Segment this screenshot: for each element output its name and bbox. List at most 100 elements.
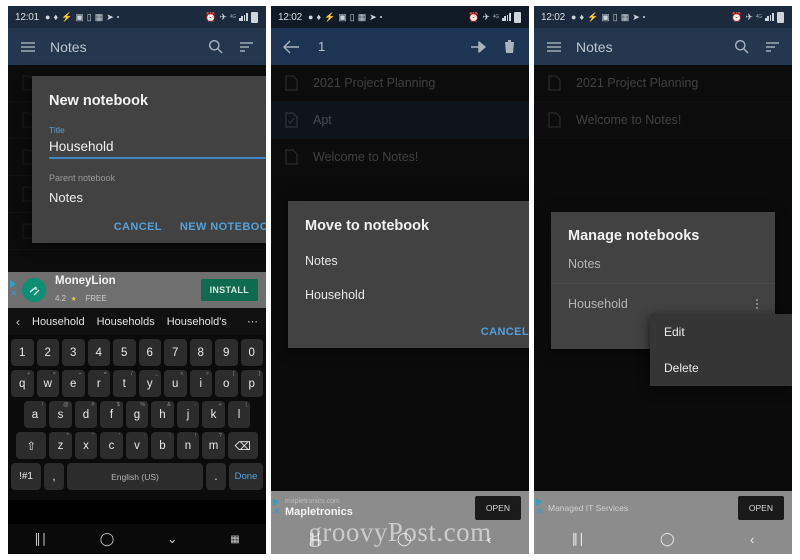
done-key[interactable]: Done [229,463,263,490]
key-s[interactable]: @ s [49,401,72,428]
trash-icon[interactable] [500,38,518,56]
cancel-button[interactable]: CANCEL [114,221,162,233]
new-notebook-button[interactable]: NEW NOTEBOOK [180,221,266,233]
key-q[interactable]: + q [11,370,34,397]
suggestion-more-icon[interactable]: ⋯ [247,315,258,328]
menu-item-delete[interactable]: Delete [650,350,792,386]
notebook-row[interactable]: Household [551,284,775,311]
ad-banner[interactable]: ✕ MoneyLion 4.2 ★ FREE INSTALL [8,272,266,308]
suggestion-1[interactable]: Households [97,316,155,328]
notebook-option[interactable]: Notes [305,254,529,268]
key-8[interactable]: 8 [189,339,212,366]
key-k[interactable]: + k [202,401,225,428]
home-icon[interactable]: ◯ [100,531,115,547]
ad-choices-icon[interactable]: ✕ [273,498,281,516]
search-icon[interactable] [732,38,750,56]
key-superscript: " [92,433,95,439]
search-icon[interactable] [206,38,224,56]
move-arrow-icon[interactable] [469,38,487,56]
open-button[interactable]: OPEN [474,495,521,520]
home-icon[interactable]: ◯ [397,531,412,547]
key-r[interactable]: = r [87,370,110,397]
backspace-key[interactable]: ⌫ [227,432,258,459]
key-p[interactable]: ] p [240,370,263,397]
comma-key[interactable]: , [44,463,64,490]
key-v[interactable]: :v [125,432,149,459]
open-button[interactable]: OPEN [737,495,784,520]
recents-icon[interactable]: ∥∣ [34,531,47,547]
key-1[interactable]: 1 [11,339,34,366]
notebook-option[interactable]: Household [305,288,529,302]
key-9[interactable]: 9 [215,339,238,366]
title-input[interactable]: Household [49,139,266,157]
home-icon[interactable]: ◯ [660,531,675,547]
recents-icon[interactable]: ∥∣ [572,531,585,547]
key-c[interactable]: ' c [100,432,123,459]
ad-close-icon[interactable]: ✕ [536,507,544,516]
suggestion-0[interactable]: Household [32,316,85,328]
key-e[interactable]: ÷ e [62,370,85,397]
back-icon[interactable]: ‹ [487,532,491,547]
hamburger-icon[interactable] [19,38,37,56]
key-w[interactable]: × w [36,370,59,397]
key-superscript: - [194,402,197,408]
recents-icon[interactable]: ∥∣ [309,531,322,547]
key-u[interactable]: < u [164,370,187,397]
back-icon[interactable]: ‹ [750,532,754,547]
key-b[interactable]: ; b [151,432,174,459]
cancel-button[interactable]: CANCEL [481,326,529,338]
key-5[interactable]: 5 [113,339,136,366]
key-x[interactable]: " x [74,432,98,459]
key-g[interactable]: % g [125,401,149,428]
install-button[interactable]: INSTALL [200,279,258,301]
symbols-key[interactable]: !#1 [11,463,41,490]
key-h[interactable]: & h [151,401,174,428]
back-arrow-icon[interactable] [282,38,300,56]
key-0[interactable]: 0 [240,339,263,366]
ad-banner[interactable]: ✕ mapletronics.com Mapletronics OPEN [271,491,529,524]
key-l[interactable]: (l [227,401,251,428]
key-label: h [159,408,166,421]
key-n[interactable]: ! n [176,432,200,459]
shift-key[interactable]: ⇧ [16,432,47,459]
suggestion-2[interactable]: Household's [167,316,227,328]
key-2[interactable]: 2 [36,339,59,366]
space-key[interactable]: English (US) [67,463,203,490]
menu-item-edit[interactable]: Edit [650,314,792,350]
key-d[interactable]: # d [74,401,98,428]
ad-choices-icon[interactable]: ✕ [536,498,544,516]
key-m[interactable]: ? m [202,432,225,459]
suggestion-back-icon[interactable]: ‹ [16,315,20,329]
key-superscript: % [140,402,146,408]
ad-rating: 4.2 [55,293,67,303]
key-7[interactable]: 7 [164,339,187,366]
keyboard-suggestion-bar: ‹ Household Households Household's ⋯ [8,308,266,335]
key-6[interactable]: 6 [138,339,161,366]
key-f[interactable]: $ f [100,401,123,428]
key-label: 6 [146,346,153,359]
hamburger-icon[interactable] [545,38,563,56]
ad-choices-icon[interactable]: ✕ [10,280,18,298]
keyboard-hide-icon[interactable]: ▦ [230,534,239,545]
sort-icon[interactable] [237,38,255,56]
key-z[interactable]: * z [49,432,72,459]
ad-banner[interactable]: ✕ Managed IT Services OPEN [534,491,792,524]
key-i[interactable]: > i [189,370,212,397]
key-4[interactable]: 4 [87,339,110,366]
ad-close-icon[interactable]: ✕ [10,289,18,298]
parent-notebook-select[interactable]: Notes [49,190,266,205]
key-label: d [82,408,90,421]
key-a[interactable]: ! a [23,401,47,428]
key-y[interactable]: _ y [138,370,161,397]
period-key[interactable]: . [206,463,226,490]
new-notebook-dialog: New notebook Title Household Parent note… [32,76,266,243]
key-3[interactable]: 3 [62,339,85,366]
notebook-row[interactable]: Notes [551,257,775,283]
more-options-icon[interactable] [756,299,758,309]
key-t[interactable]: / t [113,370,136,397]
keyboard-down-icon[interactable]: ⌄ [167,531,178,547]
sort-icon[interactable] [763,38,781,56]
key-o[interactable]: [o [215,370,238,397]
key-j[interactable]: -j [176,401,200,428]
ad-close-icon[interactable]: ✕ [273,507,281,516]
